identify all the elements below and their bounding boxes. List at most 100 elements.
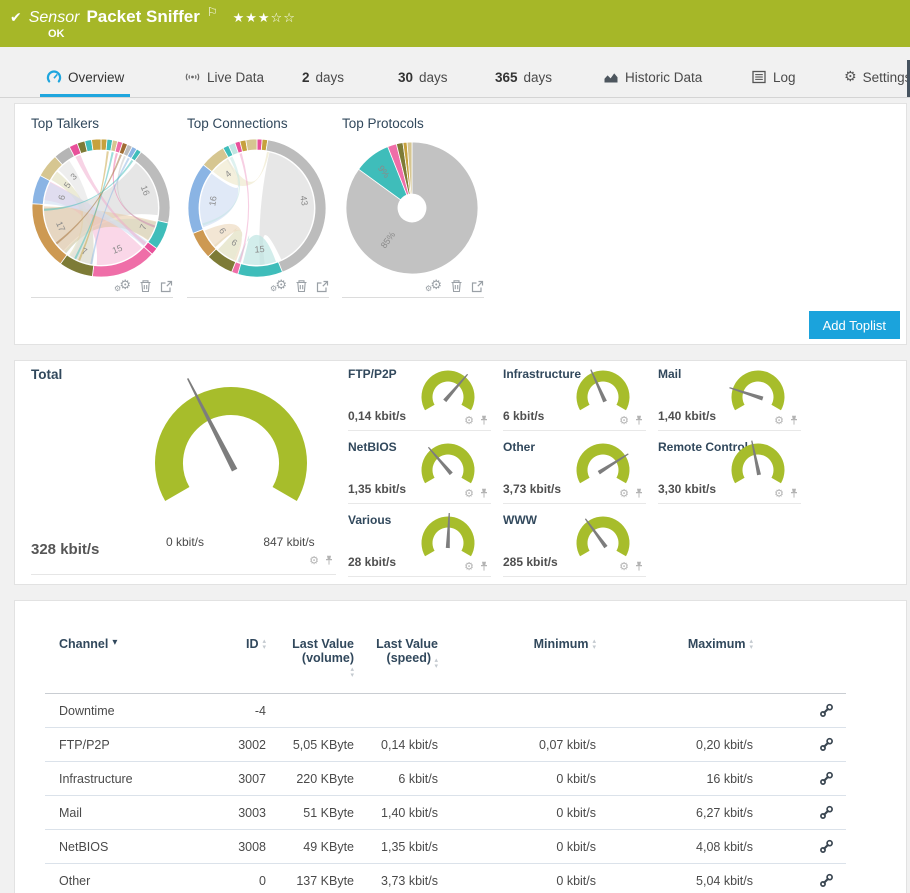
column-header-last-value-speed[interactable]: Last Value (speed) ▴▾: [354, 637, 438, 669]
table-row[interactable]: FTP/P2P 3002 5,05 KByte 0,14 kbit/s 0,07…: [45, 728, 846, 762]
tab-365-days[interactable]: 365days: [489, 60, 558, 94]
channel-settings-wrench-icon[interactable]: [819, 737, 834, 752]
pin-icon[interactable]: [634, 561, 644, 572]
channel-gauges-grid: FTP/P2P 0,14 kbit/s ⚙ Infrastructure: [348, 363, 813, 582]
pin-icon[interactable]: [479, 561, 489, 572]
gear-icon[interactable]: ⚙: [619, 415, 629, 426]
pin-icon[interactable]: [324, 555, 334, 566]
log-list-icon: [751, 69, 767, 85]
column-header-last-value-volume[interactable]: Last Value (volume) ▴▾: [266, 637, 354, 678]
toplist-top-talkers: Top Talkers 16715717653 ⚙⚙: [31, 116, 173, 298]
channel-settings-wrench-icon[interactable]: [819, 703, 834, 718]
delete-trash-icon[interactable]: [450, 279, 463, 293]
column-header-id[interactable]: ID ▴▾: [211, 637, 266, 651]
toplist-options-icon[interactable]: ⚙⚙: [426, 279, 442, 293]
tab-log[interactable]: Log: [745, 60, 802, 94]
open-external-icon[interactable]: [160, 280, 173, 293]
svg-text:16: 16: [207, 195, 218, 206]
channel-settings-wrench-icon[interactable]: [819, 805, 834, 820]
pin-icon[interactable]: [789, 488, 799, 499]
pin-icon[interactable]: [634, 488, 644, 499]
toplist-top-protocols: Top Protocols 85%9% ⚙⚙: [342, 116, 484, 298]
channel-gauge-cell: Other 3,73 kbit/s ⚙: [503, 436, 646, 504]
channel-gauge-cell: WWW 285 kbit/s ⚙: [503, 509, 646, 577]
priority-stars[interactable]: ★★★☆☆: [233, 11, 296, 26]
last-value-speed-cell: 1,35 kbit/s: [354, 840, 438, 854]
toplist-top-connections: Top Connections 431566164 ⚙⚙: [187, 116, 329, 298]
channel-gauge-value: 285 kbit/s: [503, 555, 558, 569]
gear-icon[interactable]: ⚙: [309, 555, 319, 566]
maximum-cell: 4,08 kbit/s: [596, 840, 753, 854]
flag-icon[interactable]: ⚐: [207, 5, 218, 19]
toplist-options-icon[interactable]: ⚙⚙: [271, 279, 287, 293]
channel-settings-wrench-icon[interactable]: [819, 839, 834, 854]
gear-icon[interactable]: ⚙: [619, 488, 629, 499]
channel-name-cell: Other: [45, 874, 211, 888]
svg-text:15: 15: [254, 244, 265, 255]
channel-name-cell: FTP/P2P: [45, 738, 211, 752]
overview-gauge-icon: [46, 69, 62, 85]
add-toplist-button[interactable]: Add Toplist: [809, 311, 900, 339]
last-value-speed-cell: 6 kbit/s: [354, 772, 438, 786]
live-data-antenna-icon: [184, 69, 201, 85]
column-header-minimum[interactable]: Minimum ▴▾: [438, 637, 596, 651]
sort-icon: ▴▾: [434, 657, 438, 669]
minimum-cell: 0 kbit/s: [438, 874, 596, 888]
column-header-maximum[interactable]: Maximum ▴▾: [596, 637, 753, 651]
gear-icon[interactable]: ⚙: [619, 561, 629, 572]
gear-icon[interactable]: ⚙: [464, 561, 474, 572]
channel-gauge-label: FTP/P2P: [348, 367, 397, 381]
channel-gauge-label: WWW: [503, 513, 537, 527]
svg-text:43: 43: [298, 195, 309, 206]
channel-gauge-label: Mail: [658, 367, 681, 381]
last-value-volume-cell: 220 KByte: [266, 772, 354, 786]
channel-settings-wrench-icon[interactable]: [819, 873, 834, 888]
historic-chart-icon: [603, 69, 619, 85]
pin-icon[interactable]: [479, 415, 489, 426]
open-external-icon[interactable]: [316, 280, 329, 293]
channel-gauge-cell: Various 28 kbit/s ⚙: [348, 509, 491, 577]
table-row[interactable]: Mail 3003 51 KByte 1,40 kbit/s 0 kbit/s …: [45, 796, 846, 830]
tab-30-days[interactable]: 30days: [392, 60, 454, 94]
column-header-channel[interactable]: Channel ▾: [45, 637, 211, 651]
tab-historic-data[interactable]: Historic Data: [597, 60, 708, 94]
delete-trash-icon[interactable]: [295, 279, 308, 293]
top-talkers-chord-chart: 16715717653: [31, 138, 171, 278]
status-check-icon: ✔: [10, 11, 22, 25]
tab-2-days[interactable]: 2days: [296, 60, 350, 94]
pin-icon[interactable]: [634, 415, 644, 426]
table-body: Downtime -4 FTP/P2: [45, 694, 846, 893]
maximum-cell: 16 kbit/s: [596, 772, 753, 786]
table-row[interactable]: Other 0 137 KByte 3,73 kbit/s 0 kbit/s 5…: [45, 864, 846, 893]
settings-gear-icon: ⚙: [844, 69, 857, 85]
channel-id-cell: 3007: [211, 772, 266, 786]
last-value-speed-cell: 1,40 kbit/s: [354, 806, 438, 820]
gear-icon[interactable]: ⚙: [774, 488, 784, 499]
delete-trash-icon[interactable]: [139, 279, 152, 293]
pin-icon[interactable]: [479, 488, 489, 499]
sort-desc-icon: ▾: [112, 637, 117, 649]
channel-gauge-cell: Infrastructure 6 kbit/s ⚙: [503, 363, 646, 431]
table-row[interactable]: Downtime -4: [45, 694, 846, 728]
toplists-panel: Top Talkers 16715717653 ⚙⚙ Top Connectio…: [14, 103, 907, 345]
tab-settings[interactable]: ⚙ Settings: [838, 60, 910, 94]
table-row[interactable]: Infrastructure 3007 220 KByte 6 kbit/s 0…: [45, 762, 846, 796]
tab-live-data[interactable]: Live Data: [178, 60, 270, 94]
open-external-icon[interactable]: [471, 280, 484, 293]
pin-icon[interactable]: [789, 415, 799, 426]
channel-name-cell: Mail: [45, 806, 211, 820]
gear-icon[interactable]: ⚙: [464, 488, 474, 499]
channel-settings-wrench-icon[interactable]: [819, 771, 834, 786]
toplist-options-icon[interactable]: ⚙⚙: [115, 279, 131, 293]
tab-overview[interactable]: Overview: [40, 60, 130, 97]
maximum-cell: 0,20 kbit/s: [596, 738, 753, 752]
table-row[interactable]: NetBIOS 3008 49 KByte 1,35 kbit/s 0 kbit…: [45, 830, 846, 864]
minimum-cell: 0 kbit/s: [438, 806, 596, 820]
sort-icon: ▴▾: [749, 638, 753, 650]
gear-icon[interactable]: ⚙: [464, 415, 474, 426]
gauge-min-label: 0 kbit/s: [145, 535, 225, 549]
last-value-volume-cell: 49 KByte: [266, 840, 354, 854]
top-connections-chord-chart: 431566164: [187, 138, 327, 278]
gear-icon[interactable]: ⚙: [774, 415, 784, 426]
table-header-row: Channel ▾ ID ▴▾ Last Value (volume) ▴▾ L…: [45, 637, 846, 678]
